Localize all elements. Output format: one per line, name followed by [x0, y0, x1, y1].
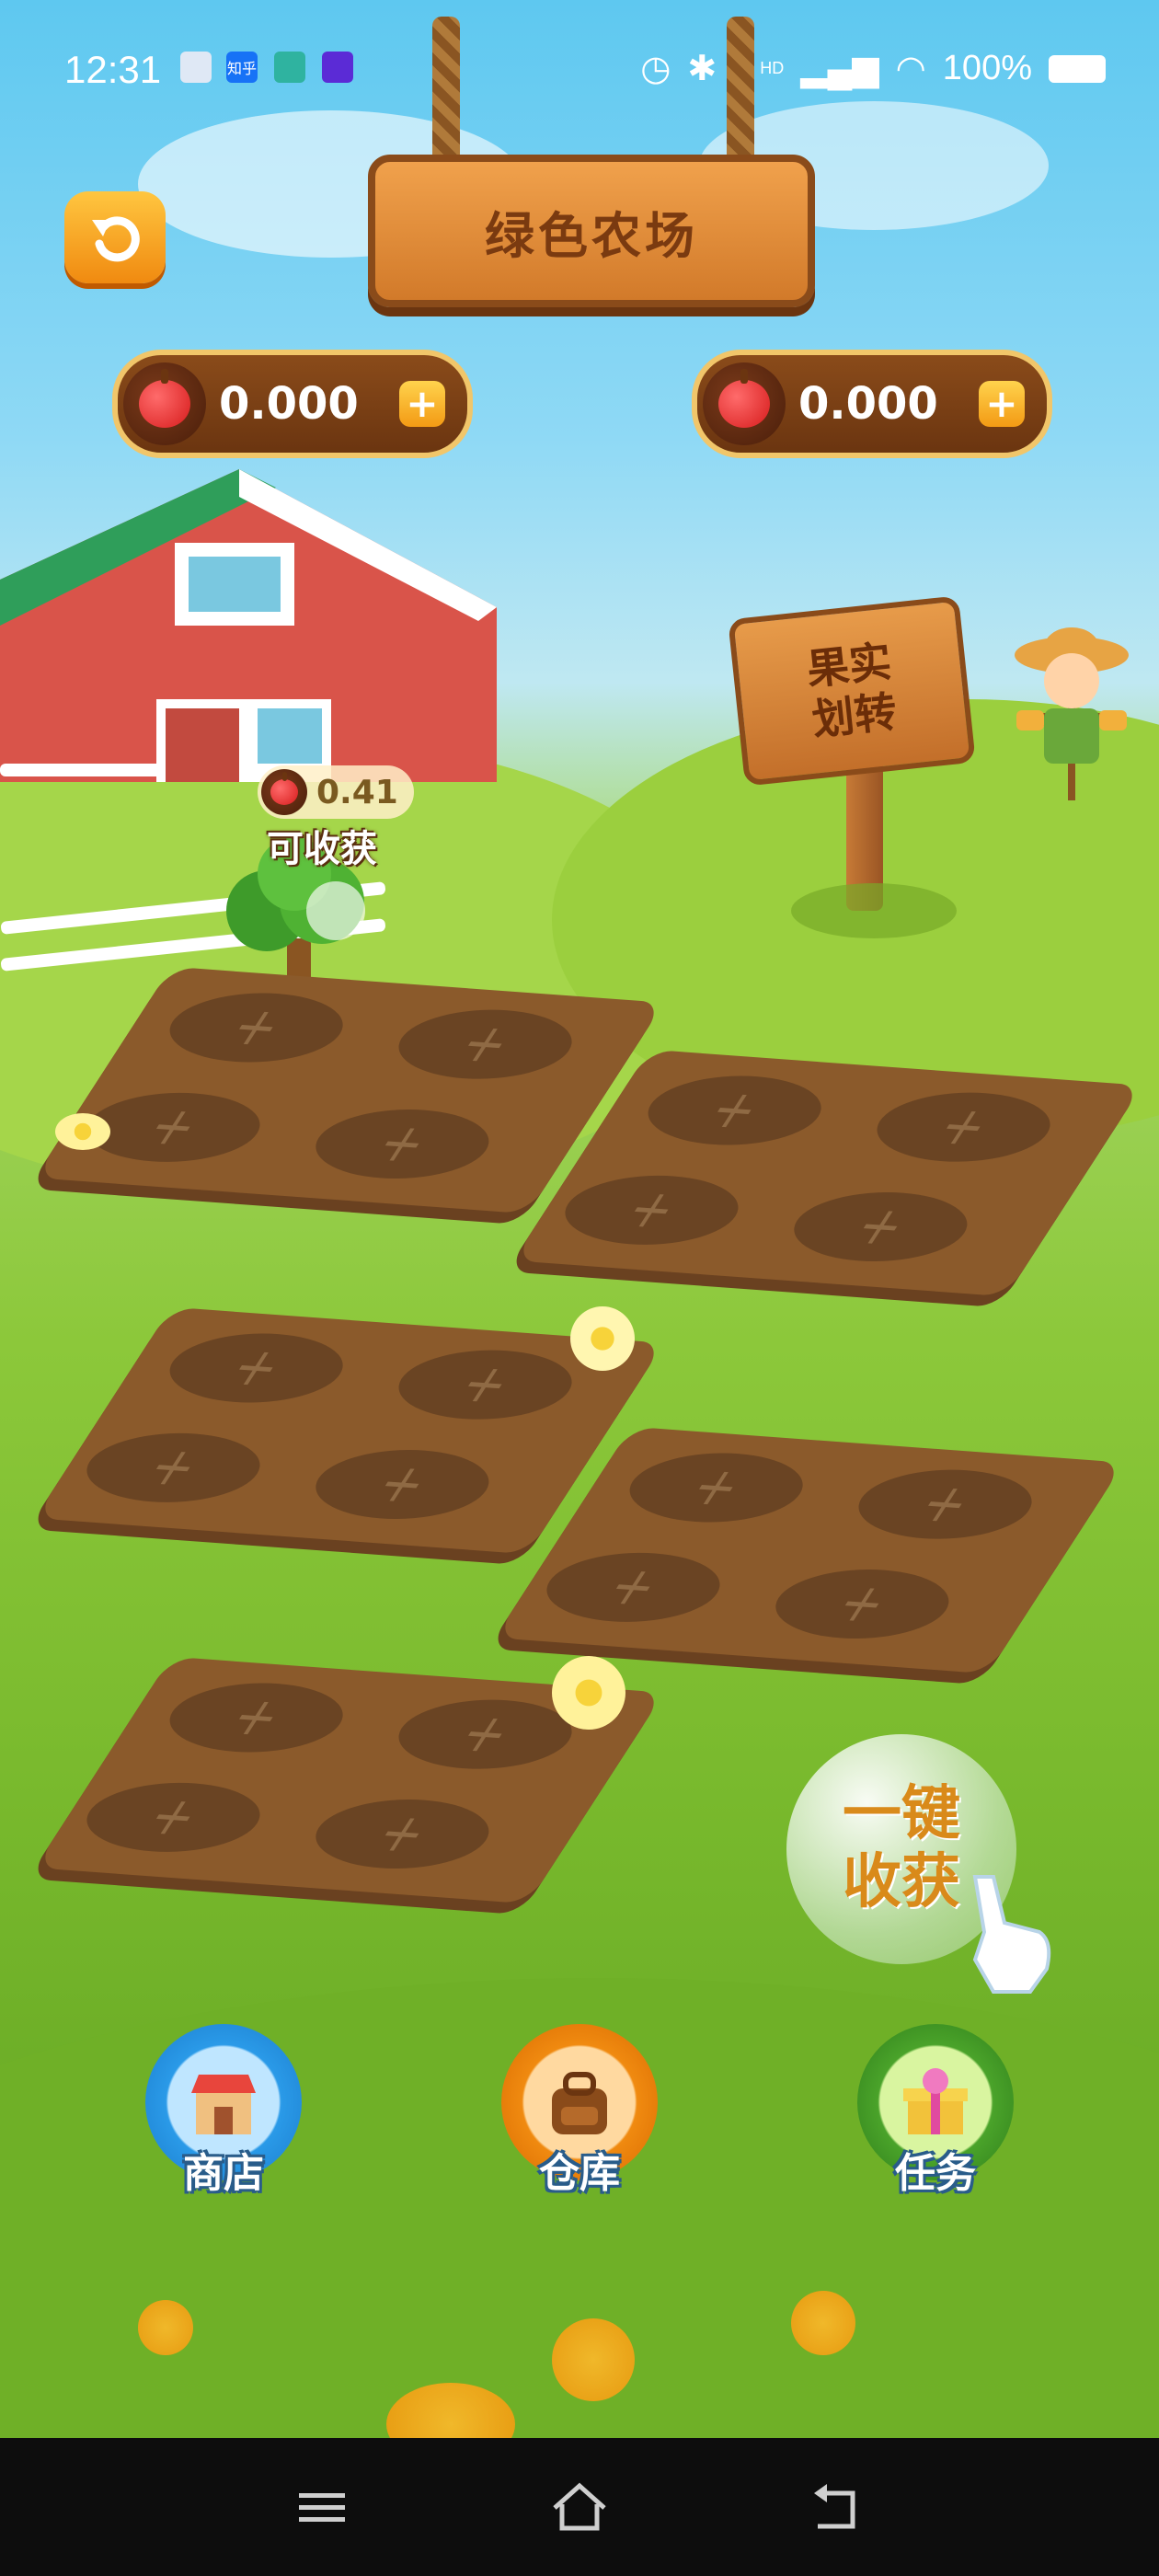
planting-slot[interactable]: +: [775, 1186, 987, 1268]
planting-slot[interactable]: +: [839, 1464, 1051, 1545]
apple-coin-icon: [123, 362, 206, 445]
planting-slot[interactable]: +: [857, 1087, 1070, 1167]
status-time: 12:31: [64, 48, 162, 91]
planting-slot[interactable]: +: [296, 1103, 509, 1185]
apple-coin-balance: 0.000 +: [112, 350, 473, 458]
system-navigation-bar: [0, 2438, 1159, 2576]
warehouse-label: 仓库: [539, 2150, 620, 2197]
tree-yield-badge: 0.41: [258, 765, 414, 819]
apple-coin-icon: [261, 769, 307, 815]
wifi-icon: ◠: [895, 50, 926, 88]
planting-slot[interactable]: +: [67, 1427, 280, 1508]
balance-value: 0.000: [219, 378, 359, 430]
sign-shadow: [791, 883, 957, 938]
planting-slot[interactable]: +: [379, 1004, 591, 1085]
refresh-back-icon: [92, 216, 140, 262]
planting-slot[interactable]: +: [756, 1563, 969, 1645]
zhihu-app-icon: 知乎: [226, 52, 258, 83]
signal-icon: ▂▄▆: [800, 50, 879, 88]
tasks-label: 任务: [895, 2150, 976, 2197]
add-button[interactable]: +: [399, 381, 445, 427]
game-app-icon: [274, 52, 305, 83]
scarecrow-illustration: [1015, 627, 1129, 800]
flower-decoration: [552, 1656, 625, 1730]
tasks-button[interactable]: 任务: [853, 2024, 1018, 2199]
menu-icon[interactable]: [290, 2475, 354, 2539]
planting-slot[interactable]: +: [379, 1344, 591, 1425]
tree-yield-value: 0.41: [316, 773, 398, 811]
planting-slot[interactable]: +: [527, 1547, 740, 1627]
add-button[interactable]: +: [979, 381, 1025, 427]
back-button[interactable]: [64, 191, 166, 283]
dandelion: [552, 2318, 635, 2401]
farm-plot[interactable]: + + + +: [494, 1426, 1125, 1674]
shop-button[interactable]: 商店: [141, 2024, 306, 2199]
harvestable-label: 可收获: [267, 828, 377, 870]
warehouse-button[interactable]: 仓库: [497, 2024, 662, 2199]
harvest-all-line-2: 收获: [843, 1848, 960, 1916]
battery-icon: [1049, 54, 1106, 83]
fence-rail: [0, 764, 166, 776]
clipboard-icon: [180, 52, 212, 83]
planting-slot[interactable]: +: [296, 1793, 509, 1875]
planting-slot[interactable]: +: [67, 1777, 280, 1857]
planting-slot[interactable]: +: [150, 1677, 362, 1758]
page-title: 绿色农场: [368, 155, 815, 307]
dandelion: [138, 2300, 193, 2355]
sign-line-2: 划转: [809, 686, 900, 745]
fruit-transfer-sign[interactable]: 果实 划转: [728, 595, 976, 787]
sign-line-1: 果实: [804, 636, 894, 695]
bluetooth-icon: ✱: [687, 50, 717, 88]
flower-decoration: [570, 1306, 635, 1371]
dandelion: [791, 2291, 855, 2355]
planting-slot[interactable]: +: [628, 1070, 841, 1151]
pointing-hand-icon: [972, 1875, 1051, 1994]
red-apple-icon: [703, 362, 786, 445]
harvest-all-line-1: 一键: [843, 1780, 960, 1849]
planting-slot[interactable]: +: [150, 987, 362, 1068]
balance-value: 0.000: [798, 378, 938, 430]
security-app-icon: [322, 52, 353, 83]
home-icon[interactable]: [547, 2475, 612, 2539]
status-right: ◷ ✱ 5G HD ▂▄▆ ◠ 100%: [640, 48, 1106, 89]
planting-slot[interactable]: +: [296, 1443, 509, 1525]
battery-percent: 100%: [942, 49, 1032, 87]
red-apple-balance: 0.000 +: [692, 350, 1052, 458]
planting-slot[interactable]: +: [150, 1328, 362, 1409]
alarm-icon: ◷: [640, 50, 671, 88]
back-icon[interactable]: [805, 2475, 869, 2539]
planting-slot[interactable]: +: [610, 1447, 822, 1528]
shop-label: 商店: [183, 2150, 264, 2197]
flower-decoration: [55, 1113, 110, 1150]
status-bar: 12:31 知乎 ◷ ✱ 5G HD ▂▄▆ ◠ 100%: [0, 0, 1159, 147]
barn-illustration: [0, 469, 497, 782]
planting-slot[interactable]: +: [545, 1169, 758, 1250]
